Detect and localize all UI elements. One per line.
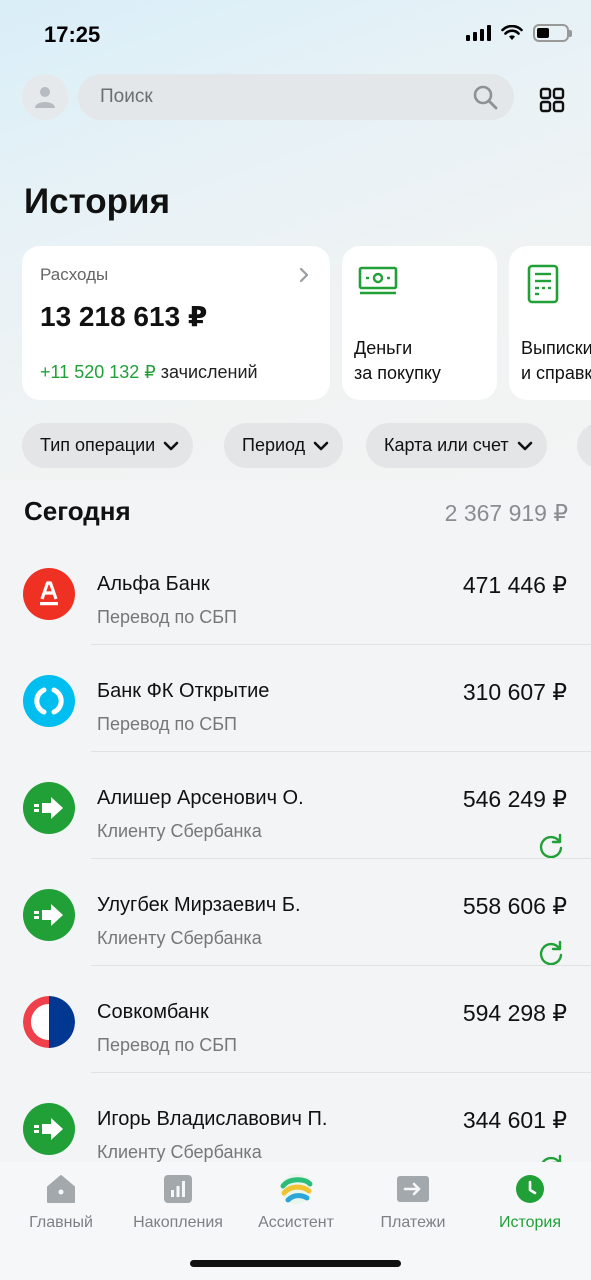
transaction-type: Перевод по СБП xyxy=(97,1035,237,1055)
tab-label: Платежи xyxy=(380,1214,446,1231)
profile-avatar[interactable] xyxy=(22,74,68,120)
filter-operation-type[interactable]: Тип операции xyxy=(22,423,194,468)
transaction-name: Улугбек Мирзаевич Б. xyxy=(97,894,301,916)
page-title: История xyxy=(24,182,170,221)
chevron-down-icon xyxy=(517,441,532,450)
tab-label: История xyxy=(498,1214,562,1231)
tab-label: Ассистент xyxy=(258,1214,334,1231)
home-icon xyxy=(44,1172,78,1206)
transaction-row[interactable]: Совкомбанк Перевод по СБП 594 298 ₽ xyxy=(0,966,591,1073)
transaction-amount: 310 607 ₽ xyxy=(462,679,567,705)
transaction-name: Совкомбанк xyxy=(97,1001,209,1023)
section-total: 2 367 919 ₽ xyxy=(444,500,568,526)
tab-savings[interactable]: Накопления xyxy=(119,1170,237,1234)
transaction-name: Алишер Арсенович О. xyxy=(97,787,304,809)
transaction-amount: 558 606 ₽ xyxy=(462,893,567,919)
transaction-row[interactable]: Алишер Арсенович О. Клиенту Сбербанка 54… xyxy=(0,752,591,859)
tab-label: Накопления xyxy=(133,1214,223,1231)
statements-label: Выписки и справки xyxy=(521,338,591,383)
sovcombank-logo xyxy=(23,996,75,1048)
repeat-icon[interactable] xyxy=(537,1153,565,1162)
filter-chips: Тип операции Период Карта или счет xyxy=(22,423,591,469)
transaction-type: Клиенту Сбербанка xyxy=(97,928,262,948)
income-label: зачислений xyxy=(160,362,258,382)
filter-label: Период xyxy=(242,435,306,455)
transaction-type: Клиенту Сбербанка xyxy=(97,821,262,841)
sber-transfer-logo xyxy=(23,782,75,834)
filter-card-or-account[interactable]: Карта или счет xyxy=(366,423,547,468)
transaction-type: Перевод по СБП xyxy=(97,714,237,734)
tab-history[interactable]: История xyxy=(471,1170,589,1234)
alfa-bank-logo xyxy=(23,568,75,620)
filter-label: Тип операции xyxy=(40,435,156,455)
filter-more[interactable] xyxy=(577,423,591,468)
status-time: 17:25 xyxy=(44,22,101,47)
transaction-amount: 471 446 ₽ xyxy=(462,572,567,598)
tab-payments[interactable]: Платежи xyxy=(354,1170,472,1234)
otkritie-logo xyxy=(23,675,75,727)
expenses-amount: 13 218 613 ₽ xyxy=(40,301,208,332)
tab-assistant[interactable]: Ассистент xyxy=(237,1170,355,1234)
battery-icon xyxy=(533,24,572,42)
transaction-name: Игорь Владиславович П. xyxy=(97,1108,328,1130)
status-icons xyxy=(466,24,572,42)
transaction-amount: 546 249 ₽ xyxy=(462,786,567,812)
status-bar: 17:25 xyxy=(0,0,591,70)
filter-period[interactable]: Период xyxy=(224,423,344,468)
cashback-label: Деньги за покупку xyxy=(354,338,441,383)
expenses-card[interactable]: Расходы 13 218 613 ₽ +11 520 132 ₽ зачис… xyxy=(22,246,330,400)
repeat-icon[interactable] xyxy=(537,939,565,967)
transaction-row[interactable]: Альфа Банк Перевод по СБП 471 446 ₽ xyxy=(0,538,591,645)
search-input[interactable] xyxy=(100,86,472,108)
home-indicator xyxy=(190,1260,401,1267)
transaction-name: Альфа Банк xyxy=(97,573,210,595)
chevron-down-icon xyxy=(163,441,179,450)
filter-label: Карта или счет xyxy=(384,435,509,455)
section-header: Сегодня 2 367 919 ₽ xyxy=(24,496,568,530)
history-icon xyxy=(513,1172,547,1206)
tab-label: Главный xyxy=(29,1214,93,1231)
assistant-icon xyxy=(279,1172,313,1206)
user-icon xyxy=(35,87,55,108)
transaction-row[interactable]: Банк ФК Открытие Перевод по СБП 310 607 … xyxy=(0,645,591,752)
search-bar[interactable] xyxy=(78,74,514,120)
cellular-signal-icon xyxy=(466,25,491,41)
chevron-down-icon xyxy=(313,441,329,450)
grid-menu-button[interactable] xyxy=(534,82,570,118)
cashback-card[interactable]: Деньги за покупку xyxy=(342,246,497,400)
tab-home[interactable]: Главный xyxy=(2,1170,120,1234)
transaction-list: Альфа Банк Перевод по СБП 471 446 ₽ Банк… xyxy=(0,538,591,1162)
statements-card[interactable]: Выписки и справки xyxy=(509,246,591,400)
expenses-label: Расходы xyxy=(40,265,109,284)
transaction-row[interactable]: Игорь Владиславович П. Клиенту Сбербанка… xyxy=(0,1073,591,1162)
sber-transfer-logo xyxy=(23,889,75,941)
wifi-icon xyxy=(501,25,523,40)
transaction-type: Перевод по СБП xyxy=(97,607,237,627)
transaction-row[interactable]: Улугбек Мирзаевич Б. Клиенту Сбербанка 5… xyxy=(0,859,591,966)
cash-icon xyxy=(358,266,398,295)
income-amount: +11 520 132 ₽ xyxy=(40,362,156,382)
chevron-right-icon xyxy=(299,267,309,283)
transaction-amount: 344 601 ₽ xyxy=(462,1107,567,1133)
transaction-type: Клиенту Сбербанка xyxy=(97,1142,262,1162)
savings-chart-icon xyxy=(161,1172,195,1206)
payments-icon xyxy=(396,1172,430,1206)
income-summary: +11 520 132 ₽ зачислений xyxy=(40,362,258,383)
grid-icon xyxy=(539,87,565,113)
section-title: Сегодня xyxy=(24,496,131,526)
top-bar xyxy=(0,74,591,122)
search-icon[interactable] xyxy=(472,84,498,110)
repeat-icon[interactable] xyxy=(537,832,565,860)
transaction-amount: 594 298 ₽ xyxy=(462,1000,567,1026)
transaction-name: Банк ФК Открытие xyxy=(97,680,270,702)
summary-cards: Расходы 13 218 613 ₽ +11 520 132 ₽ зачис… xyxy=(22,246,591,400)
sber-transfer-logo xyxy=(23,1103,75,1155)
document-icon xyxy=(527,264,559,304)
